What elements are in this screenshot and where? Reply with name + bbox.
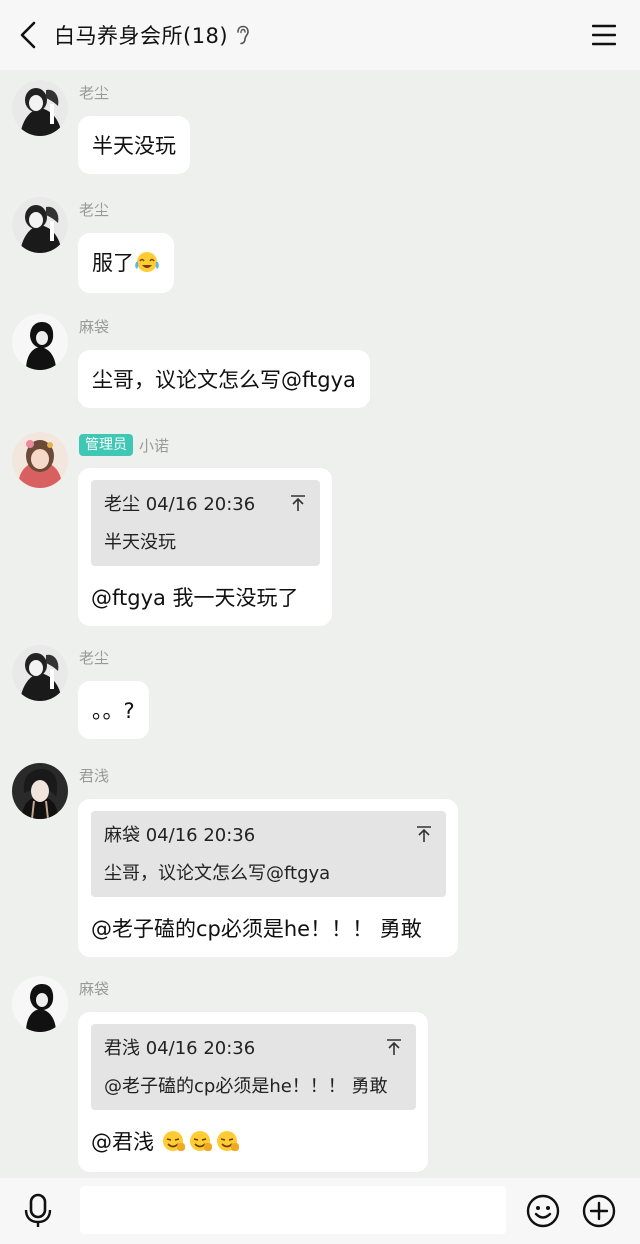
- avatar[interactable]: [12, 80, 68, 136]
- sender-name: 老尘: [79, 201, 110, 219]
- top-bar: 白马养身会所(18): [0, 0, 640, 70]
- sender-name: 君浅: [79, 767, 110, 785]
- microphone-icon: [24, 1193, 52, 1227]
- quote-text: 半天没玩: [104, 532, 176, 553]
- ear-icon: [236, 25, 250, 45]
- message-bubble[interactable]: 。。?: [78, 681, 149, 739]
- quote-meta: 麻袋 04/16 20:36: [104, 825, 256, 846]
- message-bubble[interactable]: 服了: [78, 233, 174, 293]
- avatar[interactable]: [12, 314, 68, 370]
- message-bubble[interactable]: 麻袋 04/16 20:36 尘哥，议论文怎么写@ftgya @老子磕的cp必须…: [78, 799, 458, 957]
- emoji-icon: [526, 1194, 560, 1228]
- menu-button[interactable]: [590, 21, 618, 49]
- message-item: 麻袋 君浅 04/16 20:36 @老子磕的cp必须是he！！！ 勇敢 @君浅: [0, 966, 640, 1178]
- message-text: @老子磕的cp必须是he！！！ 勇敢: [91, 917, 422, 941]
- back-button[interactable]: [2, 0, 54, 70]
- avatar[interactable]: [12, 976, 68, 1032]
- avatar[interactable]: [12, 645, 68, 701]
- group-name: 白马养身会所(18): [54, 24, 229, 48]
- quote-text: 尘哥，议论文怎么写@ftgya: [104, 863, 331, 884]
- chat-title: 白马养身会所(18): [54, 20, 250, 50]
- input-bar: [0, 1178, 640, 1244]
- avatar[interactable]: [12, 197, 68, 253]
- message-item: 老尘 。。?: [0, 635, 640, 745]
- avatar[interactable]: [12, 763, 68, 819]
- sender-name: 小诺: [139, 436, 170, 455]
- message-item: 老尘 半天没玩: [0, 70, 640, 180]
- thumbs-emoji: [161, 1129, 243, 1158]
- message-text: 尘哥，议论文怎么写@ftgya: [92, 368, 356, 392]
- message-bubble[interactable]: 尘哥，议论文怎么写@ftgya: [78, 350, 370, 408]
- menu-icon: [592, 24, 616, 46]
- message-bubble[interactable]: 老尘 04/16 20:36 半天没玩 @ftgya 我一天没玩了: [78, 468, 332, 626]
- quote-meta: 老尘 04/16 20:36: [104, 494, 256, 515]
- message-text: 服了: [92, 251, 134, 275]
- message-list[interactable]: 老尘 半天没玩 老尘 服了 麻袋 尘哥，议论文怎么写@ftgya 管理员 小诺 …: [0, 70, 640, 1178]
- sender-name: 麻袋: [79, 980, 110, 998]
- message-item: 管理员 小诺 老尘 04/16 20:36 半天没玩 @ftgya 我一天没玩了: [0, 422, 640, 627]
- emoji-button[interactable]: [526, 1194, 560, 1228]
- sender-name: 老尘: [79, 649, 110, 667]
- jump-to-quote-icon[interactable]: [416, 825, 432, 843]
- message-input[interactable]: [80, 1186, 506, 1234]
- more-button[interactable]: [582, 1194, 616, 1228]
- back-arrow-icon: [20, 21, 36, 49]
- sender-row: 管理员 小诺: [79, 434, 169, 456]
- message-text: @ftgya 我一天没玩了: [91, 586, 299, 610]
- message-text: 。。?: [92, 699, 135, 723]
- message-text: @君浅: [91, 1130, 161, 1154]
- sender-name: 老尘: [79, 84, 110, 102]
- crying-laughing-emoji: [134, 250, 160, 279]
- message-bubble[interactable]: 半天没玩: [78, 116, 190, 174]
- voice-button[interactable]: [22, 1193, 54, 1229]
- message-item: 老尘 服了: [0, 187, 640, 297]
- plus-icon: [582, 1194, 616, 1228]
- message-text: 半天没玩: [92, 134, 176, 158]
- message-bubble[interactable]: 君浅 04/16 20:36 @老子磕的cp必须是he！！！ 勇敢 @君浅: [78, 1012, 428, 1172]
- sender-name: 麻袋: [79, 318, 110, 336]
- quote-meta: 君浅 04/16 20:36: [104, 1038, 256, 1059]
- jump-to-quote-icon[interactable]: [386, 1038, 402, 1056]
- quoted-message[interactable]: 老尘 04/16 20:36 半天没玩: [91, 480, 320, 566]
- message-item: 君浅 麻袋 04/16 20:36 尘哥，议论文怎么写@ftgya @老子磕的c…: [0, 753, 640, 958]
- jump-to-quote-icon[interactable]: [290, 494, 306, 512]
- message-item: 麻袋 尘哥，议论文怎么写@ftgya: [0, 304, 640, 414]
- quoted-message[interactable]: 君浅 04/16 20:36 @老子磕的cp必须是he！！！ 勇敢: [91, 1024, 416, 1110]
- quoted-message[interactable]: 麻袋 04/16 20:36 尘哥，议论文怎么写@ftgya: [91, 811, 446, 897]
- admin-badge: 管理员: [79, 434, 133, 456]
- quote-text: @老子磕的cp必须是he！！！ 勇敢: [104, 1076, 388, 1097]
- avatar[interactable]: [12, 432, 68, 488]
